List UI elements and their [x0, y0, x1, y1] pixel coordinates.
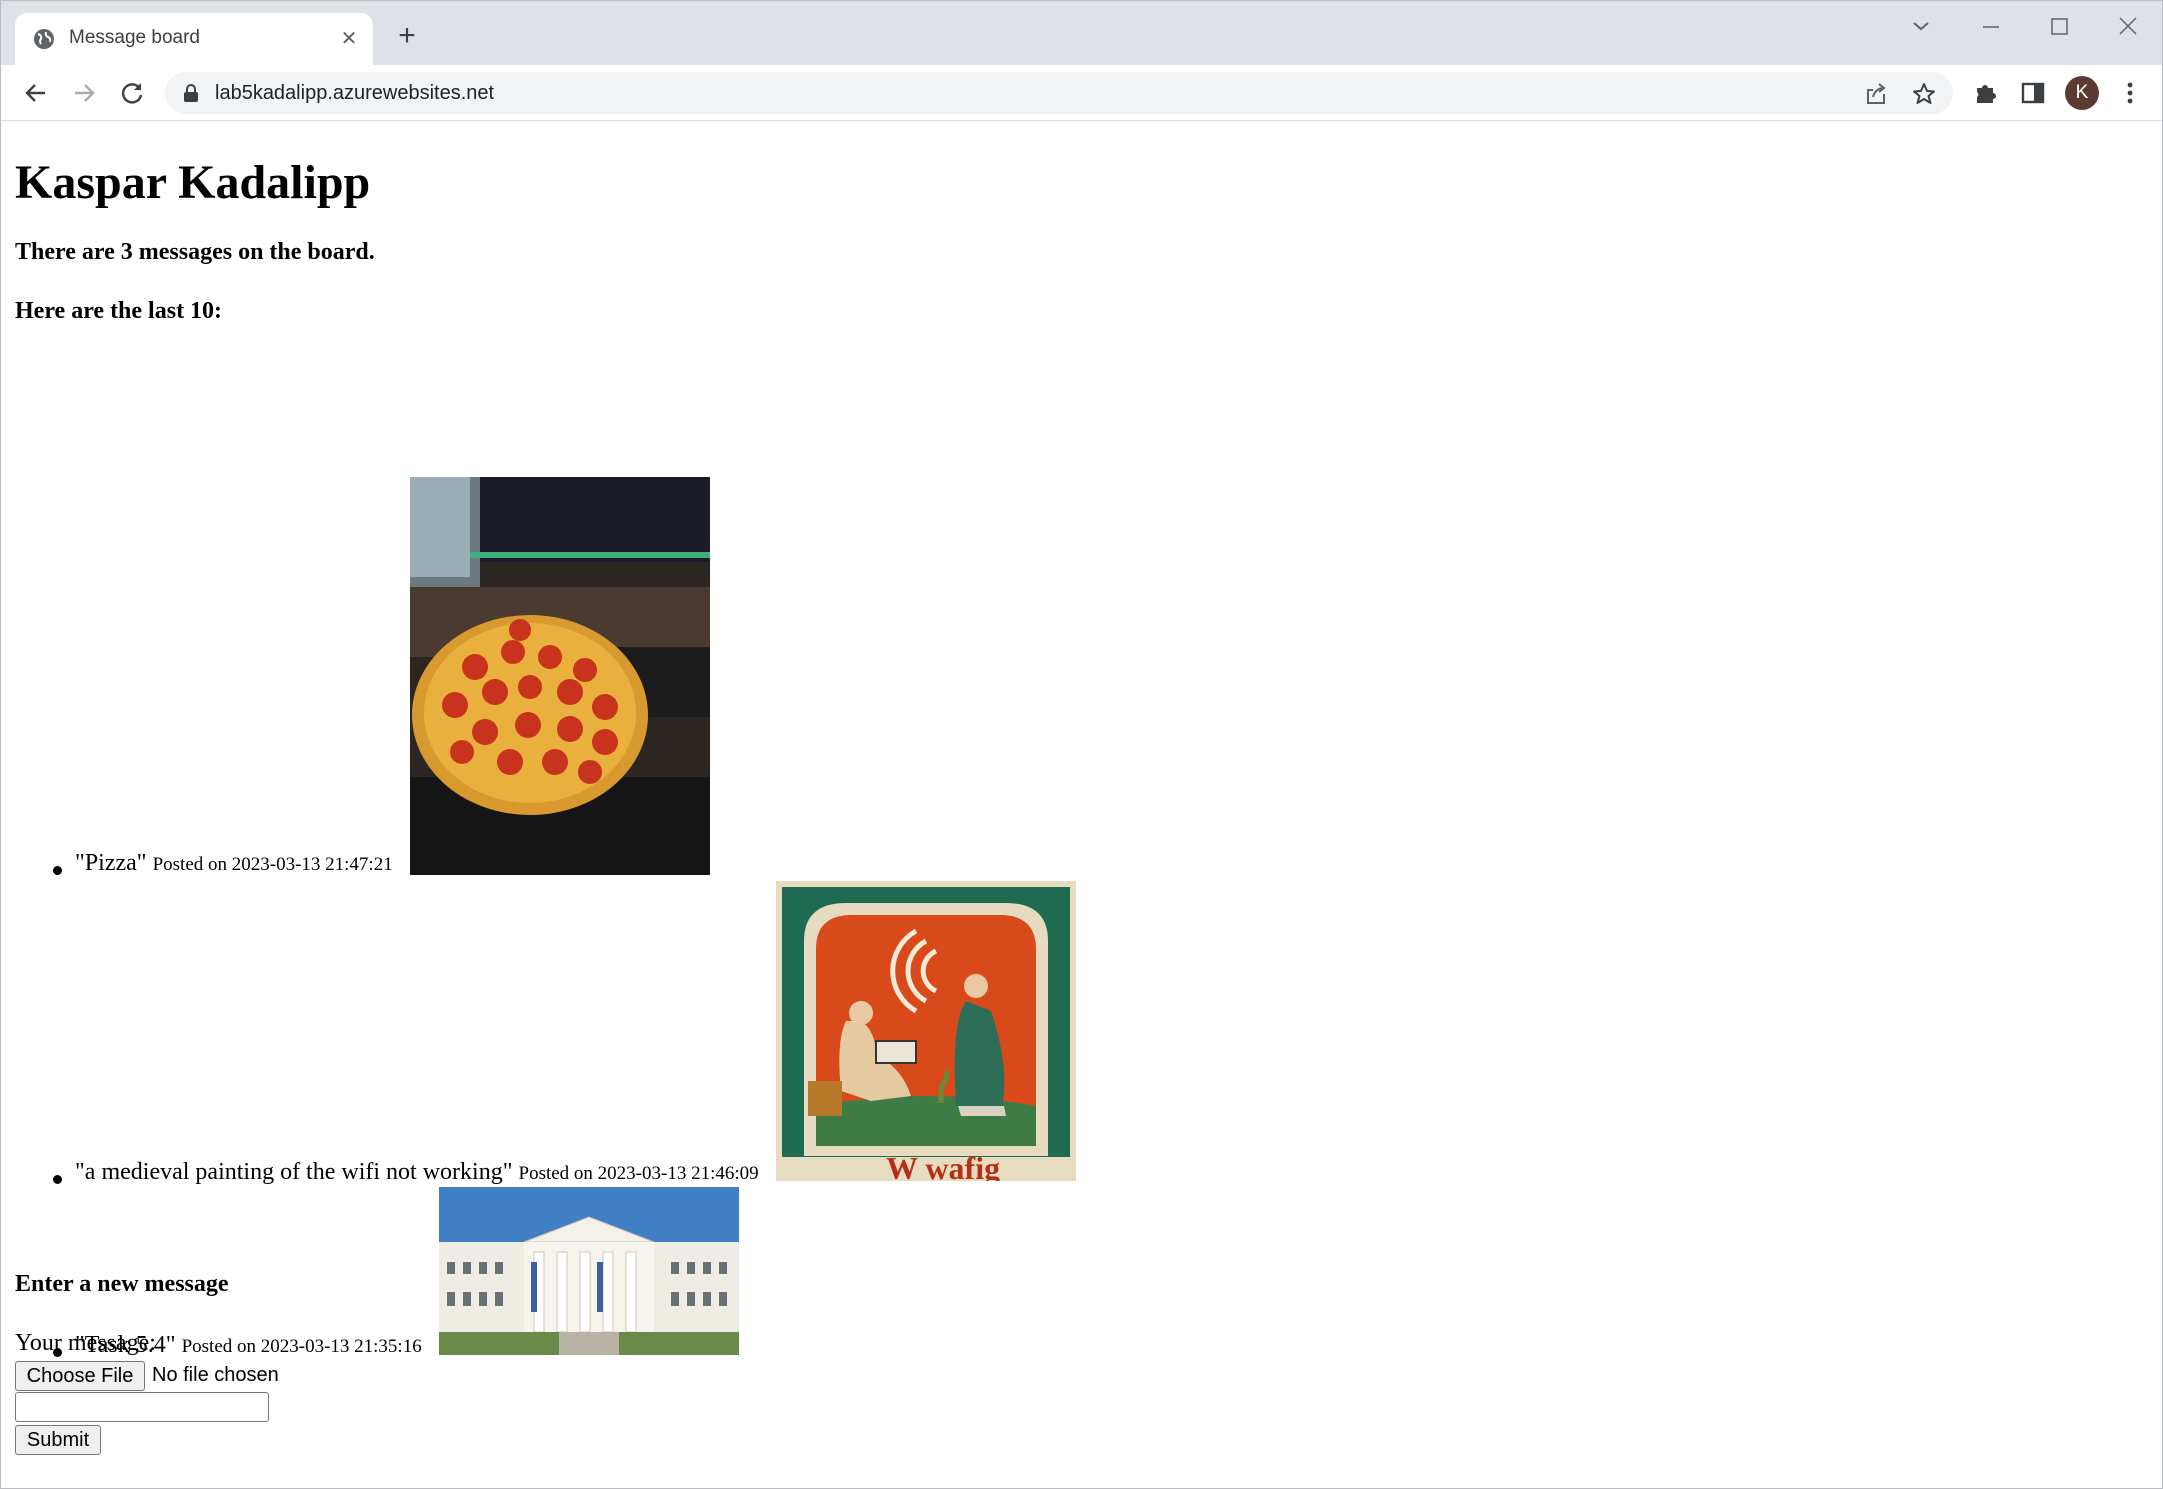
tab-title: Message board: [69, 27, 200, 48]
close-window-icon[interactable]: [2108, 13, 2148, 41]
bookmark-star-icon[interactable]: [1911, 81, 1937, 107]
tab-strip: Message board ✕ +: [1, 1, 2162, 65]
side-panel-icon[interactable]: [2018, 78, 2048, 108]
last-messages-heading: Here are the last 10:: [15, 298, 223, 324]
tab-message-board[interactable]: Message board ✕: [15, 13, 373, 65]
message-count: There are 3 messages on the board.: [15, 239, 375, 265]
tab-search-icon[interactable]: [1901, 13, 1941, 41]
list-item: "a medieval painting of the wifi not wor…: [1, 881, 1201, 1186]
tab-close-icon[interactable]: ✕: [337, 27, 361, 51]
message-label: Your message:: [15, 1330, 156, 1356]
new-tab-button[interactable]: +: [393, 21, 421, 51]
pizza-image: [410, 477, 710, 875]
back-arrow-icon[interactable]: [21, 78, 51, 108]
forward-arrow-icon[interactable]: [69, 78, 99, 108]
share-icon[interactable]: [1863, 81, 1889, 107]
list-bullet: [53, 866, 62, 875]
form-title: Enter a new message: [15, 1271, 229, 1297]
submit-button[interactable]: Submit: [15, 1425, 101, 1455]
maximize-icon[interactable]: [2039, 13, 2079, 41]
more-menu-icon[interactable]: [2115, 78, 2145, 108]
university-building-image: [439, 1187, 739, 1355]
globe-icon: [34, 29, 54, 49]
message-text: "a medieval painting of the wifi not wor…: [75, 1159, 759, 1185]
page-content: Kaspar Kadalipp There are 3 messages on …: [1, 121, 2162, 1488]
list-item: "Pizza" Posted on 2023-03-13 21:47:21: [1, 357, 1201, 877]
lock-icon[interactable]: [183, 84, 199, 102]
file-status: No file chosen: [152, 1364, 279, 1386]
reload-icon[interactable]: [117, 78, 147, 108]
minimize-icon[interactable]: [1971, 13, 2011, 41]
message-date: Posted on 2023-03-13 21:47:21: [152, 854, 393, 875]
message-date: Posted on 2023-03-13 21:46:09: [518, 1163, 759, 1184]
message-text: "Pizza" Posted on 2023-03-13 21:47:21: [75, 850, 393, 876]
profile-avatar[interactable]: K: [2065, 76, 2099, 110]
message-date: Posted on 2023-03-13 21:35:16: [181, 1336, 422, 1357]
list-bullet: [53, 1175, 62, 1184]
extensions-puzzle-icon[interactable]: [1971, 78, 2001, 108]
browser-window: Message board ✕ + lab5kadalipp.azurewebs…: [0, 0, 2163, 1489]
message-input[interactable]: [15, 1392, 269, 1422]
browser-toolbar: lab5kadalipp.azurewebsites.net K: [1, 65, 2162, 121]
url-text[interactable]: lab5kadalipp.azurewebsites.net: [215, 82, 494, 105]
medieval-painting-image: W wafig: [776, 881, 1076, 1181]
choose-file-button[interactable]: Choose File: [15, 1361, 145, 1391]
painting-inscription: W wafig: [886, 1150, 1000, 1181]
page-title: Kaspar Kadalipp: [15, 156, 371, 209]
address-bar[interactable]: lab5kadalipp.azurewebsites.net: [165, 72, 1953, 114]
